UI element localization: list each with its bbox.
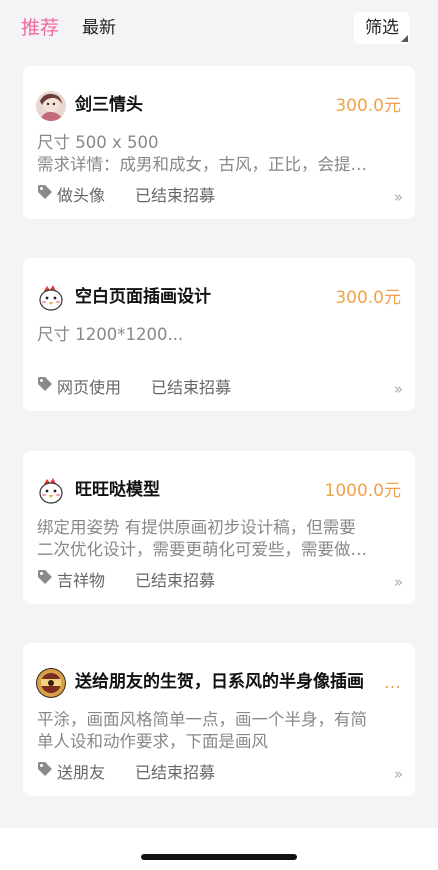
demand-card[interactable]: 送给朋友的生贺，日系风的半身像插画 … 平涂，画面风格简单一点，画一个半身，有简… <box>23 643 415 796</box>
card-meta: 网页使用 已结束招募 <box>37 376 232 399</box>
description-line: 二次优化设计，需要更萌化可爱些，需要做… <box>37 540 367 559</box>
card-title: 送给朋友的生贺，日系风的半身像插画 <box>75 672 364 692</box>
card-description: 尺寸 1200*1200... <box>37 324 399 346</box>
filter-button[interactable]: 筛选 <box>354 12 410 44</box>
description-line: 绑定用姿势 有提供原画初步设计稿，但需要 <box>37 518 356 537</box>
card-description: 尺寸 500 x 500 需求详情：成男和成女，古风，正比，会提… <box>37 132 399 176</box>
bottom-safe-area <box>0 828 438 870</box>
chevron-right-icon[interactable]: » <box>394 380 403 398</box>
card-status: 已结束招募 <box>151 378 232 397</box>
card-tag: 做头像 <box>57 186 106 205</box>
tag-icon <box>37 761 53 783</box>
chevron-right-icon[interactable]: » <box>394 188 403 206</box>
tag-icon <box>37 376 53 398</box>
tab-latest[interactable]: 最新 <box>82 16 116 40</box>
chevron-right-icon[interactable]: » <box>394 573 403 591</box>
card-price: 300.0元 <box>335 96 401 116</box>
description-line: 尺寸 500 x 500 <box>37 133 159 152</box>
card-title: 旺旺哒模型 <box>75 480 160 500</box>
card-meta: 送朋友 已结束招募 <box>37 761 216 784</box>
card-price: … <box>384 673 401 693</box>
card-price: 300.0元 <box>335 288 401 308</box>
card-price: 1000.0元 <box>324 481 401 501</box>
home-indicator[interactable] <box>141 854 297 860</box>
filter-button-label: 筛选 <box>365 18 399 38</box>
demand-card[interactable]: 旺旺哒模型 1000.0元 绑定用姿势 有提供原画初步设计稿，但需要 二次优化设… <box>23 451 415 604</box>
demand-card[interactable]: 剑三情头 300.0元 尺寸 500 x 500 需求详情：成男和成女，古风，正… <box>23 66 415 219</box>
description-line: 平涂，画面风格简单一点，画一个半身，有简 <box>37 710 367 729</box>
card-tag: 送朋友 <box>57 763 106 782</box>
card-tag: 网页使用 <box>57 378 122 397</box>
card-status: 已结束招募 <box>135 571 216 590</box>
card-description: 绑定用姿势 有提供原画初步设计稿，但需要 二次优化设计，需要更萌化可爱些，需要做… <box>37 517 399 561</box>
tab-recommend[interactable]: 推荐 <box>21 16 59 40</box>
card-meta: 做头像 已结束招募 <box>37 184 216 207</box>
card-status: 已结束招募 <box>135 186 216 205</box>
card-description: 平涂，画面风格简单一点，画一个半身，有简 单人设和动作要求，下面是画风 <box>37 709 399 753</box>
description-line: 单人设和动作要求，下面是画风 <box>37 732 268 751</box>
top-bar: 推荐 最新 筛选 <box>0 0 438 58</box>
card-meta: 吉祥物 已结束招募 <box>37 569 216 592</box>
demand-card[interactable]: 空白页面插画设计 300.0元 尺寸 1200*1200... 网页使用 已结束招… <box>23 258 415 411</box>
card-status: 已结束招募 <box>135 763 216 782</box>
card-tag: 吉祥物 <box>57 571 106 590</box>
description-line: 需求详情：成男和成女，古风，正比，会提… <box>37 155 367 174</box>
character-portrait-avatar <box>36 91 66 121</box>
card-title: 剑三情头 <box>75 95 143 115</box>
description-line: 尺寸 1200*1200... <box>37 325 184 344</box>
chevron-right-icon[interactable]: » <box>394 765 403 783</box>
cartoon-chicken-avatar <box>36 476 66 506</box>
cartoon-chicken-avatar <box>36 283 66 313</box>
tag-icon <box>37 569 53 591</box>
tag-icon <box>37 184 53 206</box>
cameo-badge-avatar <box>36 668 66 698</box>
card-title: 空白页面插画设计 <box>75 287 211 307</box>
filter-corner-icon <box>401 35 408 42</box>
